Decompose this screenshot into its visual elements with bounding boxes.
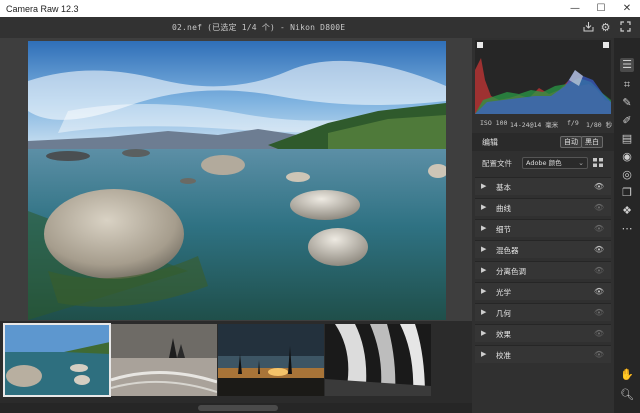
crop-icon[interactable]: ⌗ — [620, 78, 634, 92]
edit-icon[interactable]: ☰ — [620, 58, 634, 72]
section-name: 曲线 — [496, 204, 511, 213]
section-3[interactable]: ▶ 混色器 👁︎ — [475, 240, 611, 258]
eye-icon[interactable]: 👁︎ — [594, 203, 604, 212]
profile-browser-icon[interactable] — [593, 158, 603, 167]
section-name: 分离色调 — [496, 267, 526, 276]
section-8[interactable]: ▶ 校准 👁︎ — [475, 345, 611, 363]
section-5[interactable]: ▶ 光学 👁︎ — [475, 282, 611, 300]
section-1[interactable]: ▶ 曲线 👁︎ — [475, 198, 611, 216]
exif-focal: 14-24@14 毫米 — [510, 121, 559, 129]
edit-label: 编辑 — [482, 138, 498, 147]
window-titlebar: Camera Raw 12.3 — ☐ ✕ — [0, 0, 640, 17]
exif-iso: ISO 100 — [480, 119, 508, 127]
eye-icon[interactable]: 👁︎ — [594, 308, 604, 317]
gear-icon[interactable]: ⚙ — [599, 21, 612, 34]
chevron-right-icon: ▶ — [481, 245, 487, 253]
histogram — [475, 40, 611, 114]
top-bar: 02.nef (已选定 1/4 个) - Nikon D800E ⚙ — [0, 17, 640, 38]
scrollbar-thumb[interactable] — [198, 405, 278, 411]
section-2[interactable]: ▶ 细节 👁︎ — [475, 219, 611, 237]
section-name: 混色器 — [496, 246, 519, 255]
chevron-right-icon: ▶ — [481, 182, 487, 190]
thumbnail-waterfall-bw[interactable] — [325, 324, 431, 396]
chevron-right-icon: ▶ — [481, 203, 487, 211]
profile-value: Adobe 颜色 — [526, 159, 562, 167]
fullscreen-icon[interactable] — [619, 21, 632, 34]
thumbnail-beach-sea-stacks[interactable] — [111, 324, 217, 396]
edit-panel: ISO 100 14-24@14 毫米 f/9 1/80 秒 编辑 自动 黑白 … — [472, 38, 614, 413]
chevron-right-icon: ▶ — [481, 266, 487, 274]
hand-icon[interactable]: ✋ — [620, 368, 634, 382]
eye-icon[interactable]: 👁︎ — [594, 266, 604, 275]
more-icon[interactable]: ⋯ — [620, 222, 634, 236]
eye-icon[interactable]: 👁︎ — [594, 329, 604, 338]
image-canvas[interactable] — [0, 38, 472, 339]
tool-strip: ☰ ⌗ ✎ ✐ ▤ ◉ ◎ ❐ ❖ ⋯ ✋ 🔍︎ — [614, 38, 640, 413]
section-7[interactable]: ▶ 效果 👁︎ — [475, 324, 611, 342]
thumbnail-sunset-trees[interactable] — [218, 324, 324, 396]
section-name: 光学 — [496, 288, 511, 297]
section-name: 基本 — [496, 183, 511, 192]
close-button[interactable]: ✕ — [614, 0, 640, 17]
eye-icon[interactable]: 👁︎ — [594, 224, 604, 233]
eye-icon[interactable]: 👁︎ — [594, 350, 604, 359]
section-6[interactable]: ▶ 几何 👁︎ — [475, 303, 611, 321]
eye-icon[interactable]: 👁︎ — [594, 245, 604, 254]
profile-select[interactable]: Adobe 颜色 ⌄ — [522, 157, 588, 169]
spot-removal-icon[interactable]: ✎ — [620, 96, 634, 110]
section-name: 校准 — [496, 351, 511, 360]
presets-icon[interactable]: ❖ — [620, 204, 634, 218]
section-4[interactable]: ▶ 分离色调 👁︎ — [475, 261, 611, 279]
exif-info: ISO 100 14-24@14 毫米 f/9 1/80 秒 — [472, 117, 614, 129]
section-name: 细节 — [496, 225, 511, 234]
black-white-button[interactable]: 黑白 — [581, 136, 603, 148]
chevron-right-icon: ▶ — [481, 329, 487, 337]
minimize-button[interactable]: — — [562, 0, 588, 17]
window-title: Camera Raw 12.3 — [6, 3, 79, 14]
exif-shutter: 1/80 秒 — [586, 121, 613, 129]
save-icon[interactable] — [582, 21, 595, 34]
file-name-label: 02.nef (已选定 1/4 个) - Nikon D800E — [172, 23, 346, 32]
filmstrip-scrollbar[interactable] — [0, 403, 472, 413]
exif-aperture: f/9 — [567, 119, 579, 127]
profile-label: 配置文件 — [482, 159, 512, 168]
edit-header: 编辑 自动 黑白 — [472, 133, 614, 151]
zoom-icon[interactable]: 🔍︎ — [620, 388, 634, 402]
gradient-icon[interactable]: ▤ — [620, 132, 634, 146]
filmstrip — [0, 321, 472, 407]
chevron-down-icon: ⌄ — [578, 159, 584, 167]
chevron-right-icon: ▶ — [481, 308, 487, 316]
red-eye-icon[interactable]: ◎ — [620, 168, 634, 182]
snapshots-icon[interactable]: ❐ — [620, 186, 634, 200]
chevron-right-icon: ▶ — [481, 287, 487, 295]
camera-raw-frame: 02.nef (已选定 1/4 个) - Nikon D800E ⚙ ISO 1… — [0, 17, 640, 413]
section-name: 几何 — [496, 309, 511, 318]
radial-filter-icon[interactable]: ◉ — [620, 150, 634, 164]
brush-icon[interactable]: ✐ — [620, 114, 634, 128]
profile-row: 配置文件 Adobe 颜色 ⌄ — [472, 154, 614, 172]
maximize-button[interactable]: ☐ — [588, 0, 614, 17]
eye-icon[interactable]: 👁︎ — [594, 182, 604, 191]
section-name: 效果 — [496, 330, 511, 339]
thumbnail-lake-rocks[interactable] — [3, 323, 111, 397]
chevron-right-icon: ▶ — [481, 224, 487, 232]
auto-button[interactable]: 自动 — [560, 136, 582, 148]
main-photo — [28, 41, 446, 320]
chevron-right-icon: ▶ — [481, 350, 487, 358]
section-0[interactable]: ▶ 基本 👁︎ — [475, 177, 611, 195]
eye-icon[interactable]: 👁︎ — [594, 287, 604, 296]
